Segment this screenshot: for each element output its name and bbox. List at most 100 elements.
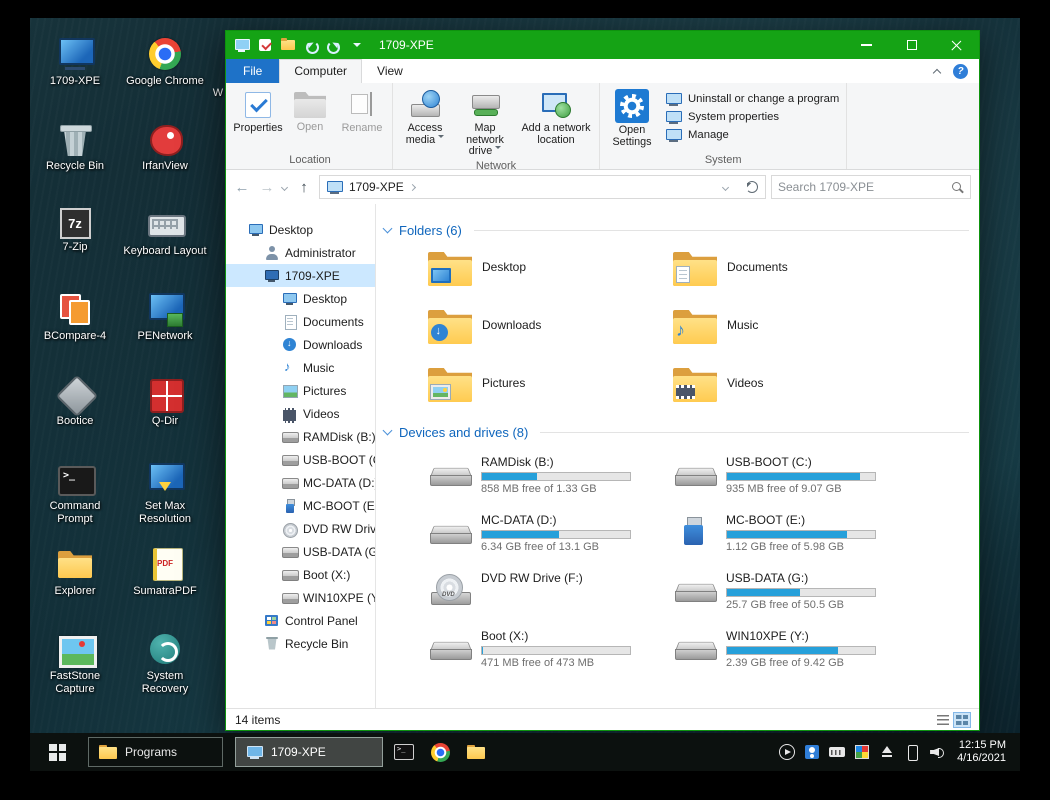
display-tray-icon[interactable] xyxy=(854,744,870,760)
nav-item-desktop[interactable]: Desktop xyxy=(226,218,375,241)
open-button[interactable]: Open xyxy=(285,86,335,135)
desktop-icon-command-prompt[interactable]: Command Prompt xyxy=(30,455,120,540)
folder-tile-videos[interactable]: Videos xyxy=(673,368,918,402)
minimize-ribbon-icon[interactable] xyxy=(932,68,942,77)
folder-tile-music[interactable]: Music xyxy=(673,310,918,344)
map-network-drive-button[interactable]: Map network drive xyxy=(454,86,516,159)
access-media-button[interactable]: Access media xyxy=(398,86,452,147)
nav-item-1709-xpe[interactable]: 1709-XPE xyxy=(226,264,375,287)
minimize-button[interactable] xyxy=(844,31,889,59)
titlebar[interactable]: 1709-XPE xyxy=(226,31,979,59)
new-folder-icon[interactable] xyxy=(281,38,296,52)
desktop-icon-keyboard-layout[interactable]: Keyboard Layout xyxy=(120,200,210,285)
desktop-icon-system-recovery[interactable]: System Recovery xyxy=(120,625,210,710)
nav-item-win10xpe-y[interactable]: WIN10XPE (Y:) xyxy=(226,586,375,609)
eject-tray-icon[interactable] xyxy=(879,744,895,760)
desktop-icon-bootice[interactable]: Bootice xyxy=(30,370,120,455)
drive-tile-mc-data-d[interactable]: MC-DATA (D:) 6.34 GB free of 13.1 GB xyxy=(428,513,673,553)
desktop-icon-1709-xpe[interactable]: 1709-XPE xyxy=(30,30,120,115)
start-button[interactable] xyxy=(30,733,85,771)
folder-tile-downloads[interactable]: Downloads xyxy=(428,310,673,344)
desktop-icon-bcompare[interactable]: BCompare-4 xyxy=(30,285,120,370)
taskbar-clock[interactable]: 12:15 PM 4/16/2021 xyxy=(954,739,1015,766)
folder-tile-desktop[interactable]: Desktop xyxy=(428,252,673,286)
drive-tile-win10xpe-y[interactable]: WIN10XPE (Y:) 2.39 GB free of 9.42 GB xyxy=(673,629,918,669)
add-network-location-button[interactable]: Add a network location xyxy=(518,86,594,147)
maximize-button[interactable] xyxy=(889,31,934,59)
desktop-icon-7zip[interactable]: 7-Zip xyxy=(30,200,120,285)
nav-item-documents[interactable]: Documents xyxy=(226,310,375,333)
details-view-icon[interactable] xyxy=(935,713,951,727)
nav-item-downloads[interactable]: Downloads xyxy=(226,333,375,356)
recent-locations-icon[interactable] xyxy=(280,183,289,191)
drive-tile-mc-boot-e[interactable]: MC-BOOT (E:) 1.12 GB free of 5.98 GB xyxy=(673,513,918,553)
keyboard-tray-icon[interactable] xyxy=(829,744,846,760)
folder-tile-documents[interactable]: Documents xyxy=(673,252,918,286)
desktop-icon-sumatrapdf[interactable]: SumatraPDF xyxy=(120,540,210,625)
search-box[interactable] xyxy=(771,175,971,199)
desktop-icon-google-chrome[interactable]: Google Chrome xyxy=(120,30,210,115)
nav-item-ramdisk-b[interactable]: RAMDisk (B:) xyxy=(226,425,375,448)
drive-tile-usb-boot-c[interactable]: USB-BOOT (C:) 935 MB free of 9.07 GB xyxy=(673,455,918,495)
breadcrumb-chevron-icon[interactable] xyxy=(408,183,416,191)
address-dropdown-button[interactable] xyxy=(716,177,736,197)
nav-item-boot-x[interactable]: Boot (X:) xyxy=(226,563,375,586)
nav-item-mc-data-d[interactable]: MC-DATA (D:) xyxy=(226,471,375,494)
folder-tile-pictures[interactable]: Pictures xyxy=(428,368,673,402)
desktop-icon-recycle-bin[interactable]: Recycle Bin xyxy=(30,115,120,200)
nav-item-music[interactable]: Music xyxy=(226,356,375,379)
taskbar-chrome-button[interactable] xyxy=(422,733,458,771)
drive-tile-usb-data-g[interactable]: USB-DATA (G:) 25.7 GB free of 50.5 GB xyxy=(673,571,918,611)
tab-file[interactable]: File xyxy=(226,59,280,83)
desktop-icon-explorer[interactable]: Explorer xyxy=(30,540,120,625)
undo-icon[interactable] xyxy=(304,38,319,54)
uninstall-program-button[interactable]: Uninstall or change a program xyxy=(665,92,839,106)
network-user-tray-icon[interactable] xyxy=(804,744,820,760)
open-settings-button[interactable]: Open Settings xyxy=(605,86,659,149)
nav-item-control-panel[interactable]: Control Panel xyxy=(226,609,375,632)
close-button[interactable] xyxy=(934,31,979,59)
redo-icon[interactable] xyxy=(327,38,342,52)
tiles-view-icon[interactable] xyxy=(953,711,971,728)
folders-section-header[interactable]: Folders (6) xyxy=(382,222,969,239)
drives-section-header[interactable]: Devices and drives (8) xyxy=(382,424,969,441)
nav-item-mc-boot-e[interactable]: MC-BOOT (E:) xyxy=(226,494,375,517)
breadcrumb[interactable]: 1709-XPE xyxy=(349,180,404,194)
back-button[interactable]: ← xyxy=(232,180,252,195)
taskbar-command-prompt-button[interactable] xyxy=(386,733,422,771)
nav-item-desktop-folder[interactable]: Desktop xyxy=(226,287,375,310)
desktop-icon-set-max-resolution[interactable]: Set Max Resolution xyxy=(120,455,210,540)
refresh-button[interactable] xyxy=(742,177,762,197)
search-input[interactable] xyxy=(778,180,947,194)
toolbar-chevron-icon[interactable] xyxy=(350,38,365,52)
nav-item-videos[interactable]: Videos xyxy=(226,402,375,425)
desktop-icon-qdir[interactable]: Q-Dir xyxy=(120,370,210,455)
drive-tile-dvd-rw-f[interactable]: DVD RW Drive (F:) xyxy=(428,571,673,611)
nav-item-dvd-rw-f[interactable]: DVD RW Drive (F:) xyxy=(226,517,375,540)
taskbar-task-1709-xpe[interactable]: 1709-XPE xyxy=(235,737,383,767)
manage-button[interactable]: Manage xyxy=(665,128,839,142)
nav-item-usb-data-g[interactable]: USB-DATA (G:) xyxy=(226,540,375,563)
taskbar-explorer-button[interactable] xyxy=(458,733,494,771)
media-player-tray-icon[interactable] xyxy=(779,744,796,760)
volume-tray-icon[interactable] xyxy=(929,744,945,760)
drive-tile-ramdisk-b[interactable]: RAMDisk (B:) 858 MB free of 1.33 GB xyxy=(428,455,673,495)
rename-button[interactable]: Rename xyxy=(337,86,387,136)
collapse-chevron-icon[interactable] xyxy=(382,223,393,234)
tab-computer[interactable]: Computer xyxy=(279,59,363,83)
collapse-chevron-icon[interactable] xyxy=(382,425,393,436)
forward-button[interactable]: → xyxy=(257,180,277,195)
nav-item-administrator[interactable]: Administrator xyxy=(226,241,375,264)
desktop-icon-penetwork[interactable]: PENetwork xyxy=(120,285,210,370)
desktop-icon-irfanview[interactable]: IrfanView xyxy=(120,115,210,200)
programs-toolbar-button[interactable]: Programs xyxy=(88,737,223,767)
nav-item-usb-boot-c[interactable]: USB-BOOT (C:) xyxy=(226,448,375,471)
drive-tile-boot-x[interactable]: Boot (X:) 471 MB free of 473 MB xyxy=(428,629,673,669)
nav-item-recycle-bin[interactable]: Recycle Bin xyxy=(226,632,375,655)
up-button[interactable]: ↑ xyxy=(294,180,314,195)
properties-check-icon[interactable] xyxy=(258,38,273,52)
device-tray-icon[interactable] xyxy=(904,744,920,761)
properties-button[interactable]: Properties xyxy=(233,86,283,136)
desktop-icon-faststone-capture[interactable]: FastStone Capture xyxy=(30,625,120,710)
system-properties-button[interactable]: System properties xyxy=(665,110,839,124)
